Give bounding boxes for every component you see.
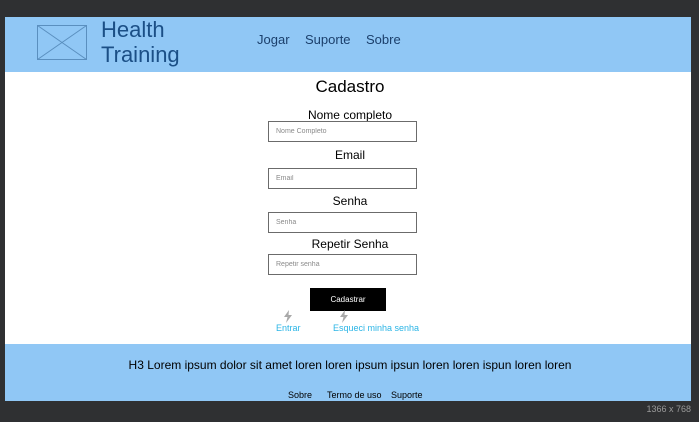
page-canvas: Health Training Jogar Suporte Sobre Cada… bbox=[5, 17, 691, 401]
footer-link-sobre[interactable]: Sobre bbox=[288, 390, 312, 401]
email-input[interactable] bbox=[268, 168, 417, 189]
logo-placeholder-icon bbox=[37, 25, 87, 60]
brand-line-2: Training bbox=[101, 42, 180, 67]
footer-link-suporte[interactable]: Suporte bbox=[391, 390, 423, 401]
repeat-password-label: Repetir Senha bbox=[311, 237, 389, 251]
header-bar: Health Training Jogar Suporte Sobre bbox=[5, 17, 691, 72]
login-link[interactable]: Entrar bbox=[276, 323, 301, 334]
page-title: Cadastro bbox=[315, 77, 385, 96]
repeat-password-input[interactable] bbox=[268, 254, 417, 275]
email-label: Email bbox=[334, 148, 365, 162]
nav-link-suporte[interactable]: Suporte bbox=[305, 32, 351, 48]
full-name-input[interactable] bbox=[268, 121, 417, 142]
lightning-icon bbox=[284, 310, 292, 323]
nav-link-sobre[interactable]: Sobre bbox=[366, 32, 401, 48]
forgot-password-link[interactable]: Esqueci minha senha bbox=[333, 323, 419, 334]
brand-line-1: Health bbox=[101, 17, 165, 42]
register-button[interactable]: Cadastrar bbox=[310, 288, 386, 311]
full-name-label: Nome completo bbox=[307, 108, 393, 122]
resolution-label: 1366 x 768 bbox=[646, 404, 691, 414]
nav-link-jogar[interactable]: Jogar bbox=[257, 32, 290, 48]
brand-name: Health Training bbox=[101, 17, 180, 67]
password-input[interactable] bbox=[268, 212, 417, 233]
footer-link-terms[interactable]: Termo de uso bbox=[327, 390, 382, 401]
footer-heading: H3 Lorem ipsum dolor sit amet loren lore… bbox=[128, 358, 572, 372]
lightning-icon bbox=[340, 310, 348, 323]
footer-bar: H3 Lorem ipsum dolor sit amet loren lore… bbox=[5, 344, 691, 401]
password-label: Senha bbox=[332, 194, 368, 208]
